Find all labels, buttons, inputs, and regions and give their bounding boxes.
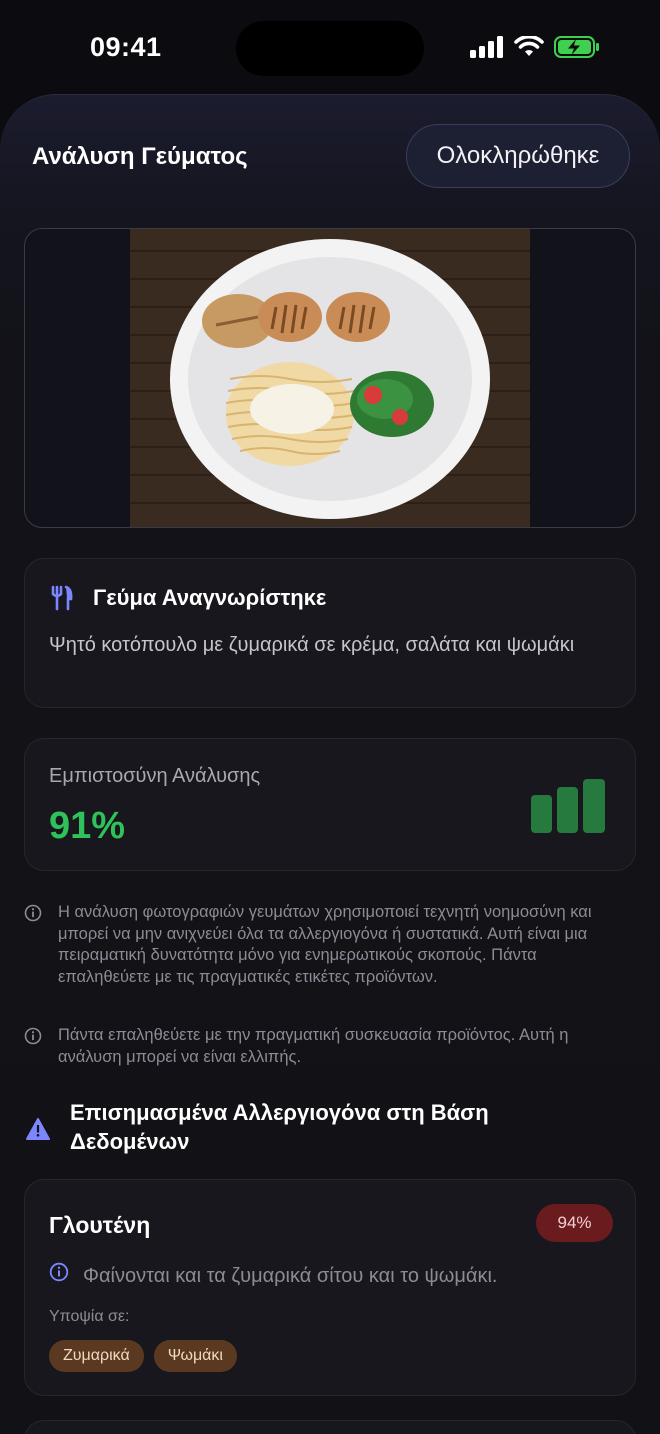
done-button[interactable]: Ολοκληρώθηκε bbox=[406, 124, 630, 188]
info-icon bbox=[24, 1027, 42, 1045]
page-title: Ανάλυση Γεύματος bbox=[32, 143, 248, 170]
suspected-ingredient-tags: Ζυμαρικά Ψωμάκι bbox=[49, 1340, 237, 1372]
allergen-card-next[interactable] bbox=[24, 1420, 636, 1434]
fork-knife-icon bbox=[51, 585, 73, 611]
disclaimer-text: Η ανάλυση φωτογραφιών γευμάτων χρησιμοπο… bbox=[58, 903, 592, 986]
meal-photo bbox=[24, 228, 636, 528]
allergen-name: Γλουτένη bbox=[49, 1212, 151, 1238]
verification-note: Πάντα επαληθεύετε με την πραγματική συσκ… bbox=[24, 1025, 628, 1068]
ingredient-tag: Ζυμαρικά bbox=[49, 1340, 144, 1372]
confidence-value: 91% bbox=[49, 805, 126, 847]
ingredient-tag: Ψωμάκι bbox=[153, 1340, 237, 1372]
status-bar: 09:41 bbox=[0, 0, 660, 96]
confidence-label: Εμπιστοσύνη Ανάλυσης bbox=[49, 765, 261, 787]
suspected-in-label: Υποψία σε: bbox=[49, 1308, 130, 1325]
meal-title: Γεύμα Αναγνωρίστηκε bbox=[93, 585, 327, 610]
meal-recognized-card: Γεύμα Αναγνωρίστηκε Ψητό κοτόπουλο με ζυ… bbox=[24, 558, 636, 708]
signal-bars-icon bbox=[531, 779, 605, 833]
confidence-card: Εμπιστοσύνη Ανάλυσης 91% bbox=[24, 738, 636, 871]
allergen-note-text: Φαίνονται και τα ζυμαρικά σίτου και το ψ… bbox=[83, 1265, 498, 1287]
dynamic-island bbox=[236, 21, 424, 76]
allergen-note: Φαίνονται και τα ζυμαρικά σίτου και το ψ… bbox=[49, 1262, 497, 1290]
allergens-section-title: Επισημασμένα Αλλεργιογόνα στη Βάση Δεδομ… bbox=[70, 1100, 489, 1154]
info-icon bbox=[49, 1262, 69, 1282]
warning-triangle-icon bbox=[26, 1118, 50, 1140]
meal-plate-image bbox=[130, 229, 530, 527]
info-icon bbox=[24, 904, 42, 922]
allergen-percent-badge: 94% bbox=[536, 1204, 613, 1242]
wifi-icon bbox=[514, 36, 544, 56]
cellular-signal-icon bbox=[470, 36, 503, 58]
status-icons bbox=[470, 36, 600, 58]
allergen-card[interactable]: Γλουτένη 94% Φαίνονται και τα ζυμαρικά σ… bbox=[24, 1179, 636, 1396]
battery-charging-icon bbox=[554, 36, 599, 58]
allergens-section-header: Επισημασμένα Αλλεργιογόνα στη Βάση Δεδομ… bbox=[26, 1098, 490, 1156]
status-time: 09:41 bbox=[90, 32, 162, 62]
disclaimer-note: Η ανάλυση φωτογραφιών γευμάτων χρησιμοπο… bbox=[24, 902, 628, 988]
verification-text: Πάντα επαληθεύετε με την πραγματική συσκ… bbox=[58, 1026, 569, 1066]
meal-description: Ψητό κοτόπουλο με ζυμαρικά σε κρέμα, σαλ… bbox=[49, 634, 575, 656]
